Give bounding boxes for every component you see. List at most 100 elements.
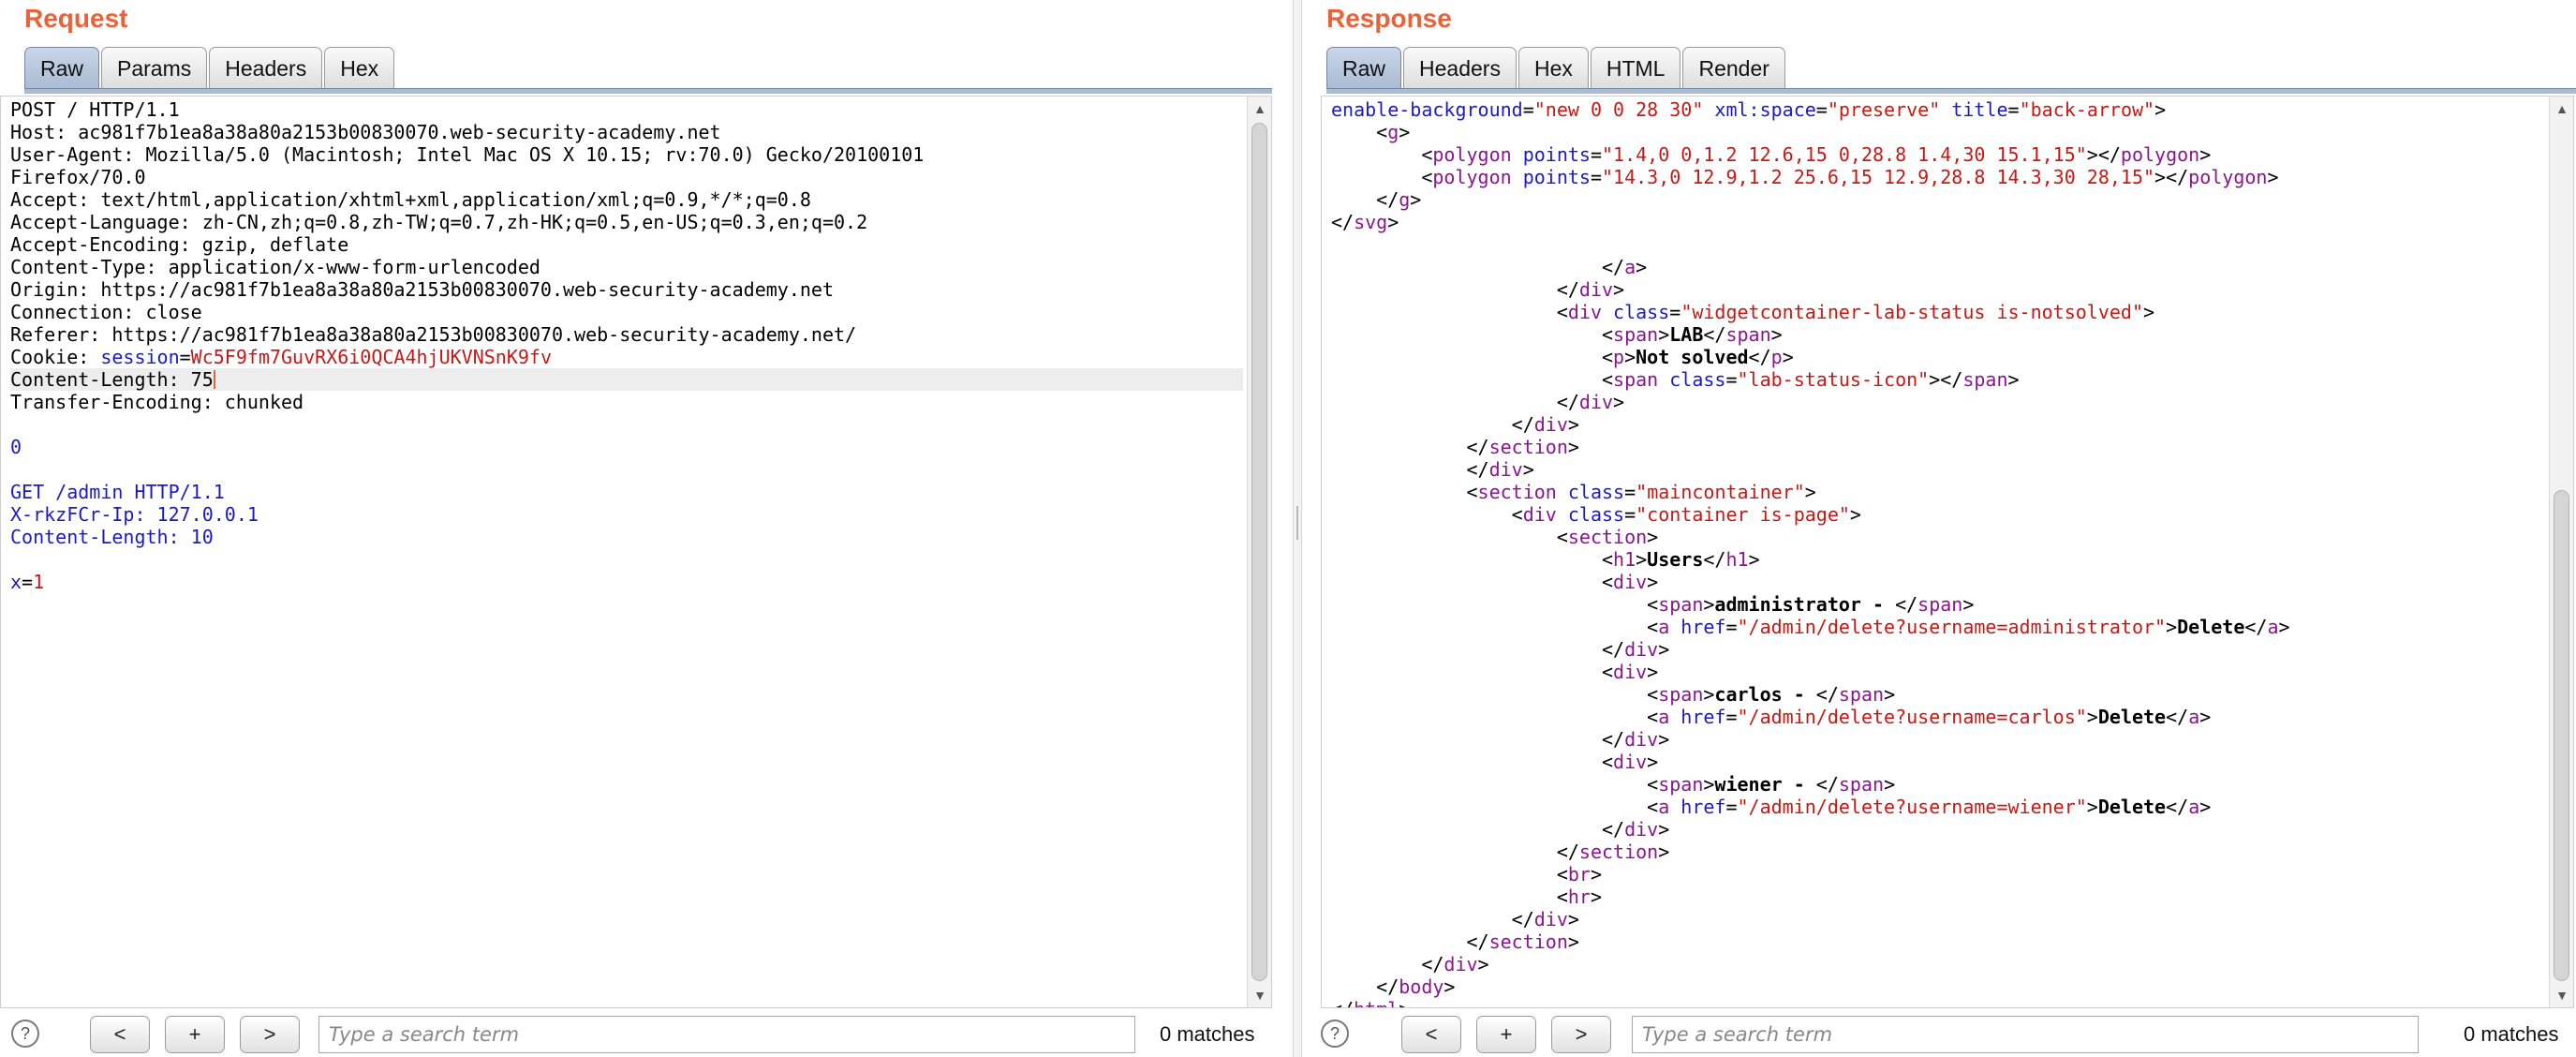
response-token: ></ <box>2086 143 2121 166</box>
response-token: < <box>1331 571 1614 593</box>
request-editor[interactable]: POST / HTTP/1.1 Host: ac981f7b1ea8a38a80a… <box>0 96 1272 1008</box>
response-token: </ <box>1331 188 1399 211</box>
response-token: < <box>1331 548 1614 571</box>
response-token: "lab-status-icon" <box>1737 368 1930 391</box>
response-token: > <box>1884 683 1896 706</box>
next-match-button[interactable]: > <box>1551 1016 1611 1053</box>
prev-match-button[interactable]: < <box>90 1016 150 1053</box>
panel-splitter[interactable] <box>1293 0 1302 1057</box>
request-line: User-Agent: Mozilla/5.0 (Macintosh; Inte… <box>10 143 1243 166</box>
response-token: </ <box>1331 458 1489 481</box>
response-token: </ <box>1331 975 1399 998</box>
response-token: section <box>1488 436 1568 458</box>
response-token: < <box>1331 661 1614 683</box>
response-token: > <box>1703 683 1715 706</box>
request-title: Request <box>24 4 128 33</box>
response-token: = <box>1725 706 1738 728</box>
response-tab-html[interactable]: HTML <box>1590 47 1681 90</box>
request-token: Content-Type: application/x-www-form-url… <box>10 256 540 278</box>
response-token: > <box>2199 143 2212 166</box>
response-token: > <box>1703 593 1715 616</box>
response-token: div <box>1522 503 1557 526</box>
response-token: </ <box>2166 796 2189 818</box>
response-token: = <box>2007 98 2020 121</box>
add-button[interactable]: + <box>165 1016 225 1053</box>
response-line: </div> <box>1331 638 2545 661</box>
response-tab-hex[interactable]: Hex <box>1517 47 1589 90</box>
request-tab-params[interactable]: Params <box>101 47 208 90</box>
response-editor[interactable]: enable-background="new 0 0 28 30" xml:sp… <box>1321 96 2574 1008</box>
request-code[interactable]: POST / HTTP/1.1 Host: ac981f7b1ea8a38a80a… <box>10 98 1243 593</box>
prev-match-button[interactable]: < <box>1401 1016 1461 1053</box>
response-token: > <box>1567 436 1579 458</box>
request-token: x <box>10 571 22 593</box>
help-icon[interactable]: ? <box>1321 1020 1349 1048</box>
up-arrow-icon[interactable]: ▲ <box>1248 97 1271 121</box>
response-token: > <box>1410 188 1422 211</box>
response-scroll-thumb[interactable] <box>2554 490 2569 981</box>
request-tab-raw[interactable]: Raw <box>24 47 100 90</box>
request-tab-hex[interactable]: Hex <box>324 47 395 90</box>
response-token: < <box>1331 751 1614 773</box>
response-token: LAB <box>1669 323 1704 346</box>
add-button[interactable]: + <box>1476 1016 1536 1053</box>
response-token: polygon <box>1432 143 1512 166</box>
response-token: xml:space <box>1714 98 1816 121</box>
help-icon[interactable]: ? <box>11 1020 39 1048</box>
response-line: </a> <box>1331 256 2545 278</box>
request-line: Firefox/70.0 <box>10 166 1243 188</box>
response-token: < <box>1331 481 1478 503</box>
response-line: <hr> <box>1331 886 2545 908</box>
next-match-button[interactable]: > <box>240 1016 300 1053</box>
response-token: div <box>1578 391 1614 413</box>
response-token: > <box>1647 751 1659 773</box>
response-tab-render[interactable]: Render <box>1682 47 1785 90</box>
request-tab-headers[interactable]: Headers <box>209 47 323 90</box>
down-arrow-icon[interactable]: ▼ <box>2550 983 2573 1007</box>
request-search-input[interactable] <box>318 1016 1135 1053</box>
request-token: Content-Length: 75 <box>10 368 214 391</box>
response-token: </ <box>2244 616 2268 638</box>
response-tab-headers[interactable]: Headers <box>1403 47 1517 90</box>
request-scroll-thumb[interactable] <box>1251 123 1267 981</box>
response-token <box>1512 166 1523 188</box>
response-token: a <box>1658 616 1670 638</box>
response-token: </ <box>1331 953 1444 975</box>
response-token: "/admin/delete?username=carlos" <box>1737 706 2087 728</box>
response-token: a <box>1658 796 1670 818</box>
response-token: > <box>1804 481 1816 503</box>
response-scrollbar[interactable]: ▲ ▼ <box>2549 97 2573 1007</box>
response-token: < <box>1331 346 1614 368</box>
response-token: > <box>1703 773 1715 796</box>
request-line: Referer: https://ac981f7b1ea8a38a80a2153… <box>10 323 1243 346</box>
splitter-grip[interactable] <box>1296 506 1298 540</box>
response-token <box>1669 616 1680 638</box>
down-arrow-icon[interactable]: ▼ <box>1248 983 1271 1007</box>
response-search-input[interactable] <box>1632 1016 2419 1053</box>
request-line: x=1 <box>10 571 1243 593</box>
response-token: ></ <box>1929 368 1963 391</box>
response-matches-count: 0 matches <box>2464 1022 2559 1046</box>
response-token: > <box>1884 773 1896 796</box>
request-token: session <box>100 346 180 368</box>
response-token: section <box>1567 526 1648 548</box>
response-tab-divider <box>1326 88 2576 94</box>
response-token: span <box>1838 683 1885 706</box>
response-token: = <box>1590 143 1603 166</box>
response-code[interactable]: enable-background="new 0 0 28 30" xml:sp… <box>1331 98 2545 1007</box>
request-scrollbar[interactable]: ▲ ▼ <box>1247 97 1271 1007</box>
response-token: > <box>1443 975 1456 998</box>
response-tab-raw[interactable]: Raw <box>1326 47 1402 90</box>
up-arrow-icon[interactable]: ▲ <box>2550 97 2573 121</box>
response-token: href <box>1680 706 1726 728</box>
response-line: </html> <box>1331 998 2545 1007</box>
request-line <box>10 413 1243 436</box>
response-token: g <box>1399 188 1411 211</box>
response-token: > <box>1658 841 1670 863</box>
response-token: "14.3,0 12.9,1.2 25.6,15 12.9,28.8 14.3,… <box>1602 166 2155 188</box>
response-line: </section> <box>1331 841 2545 863</box>
response-line: </body> <box>1331 975 2545 998</box>
response-line: <br> <box>1331 863 2545 886</box>
response-token: span <box>1962 368 2008 391</box>
response-token: < <box>1331 706 1659 728</box>
